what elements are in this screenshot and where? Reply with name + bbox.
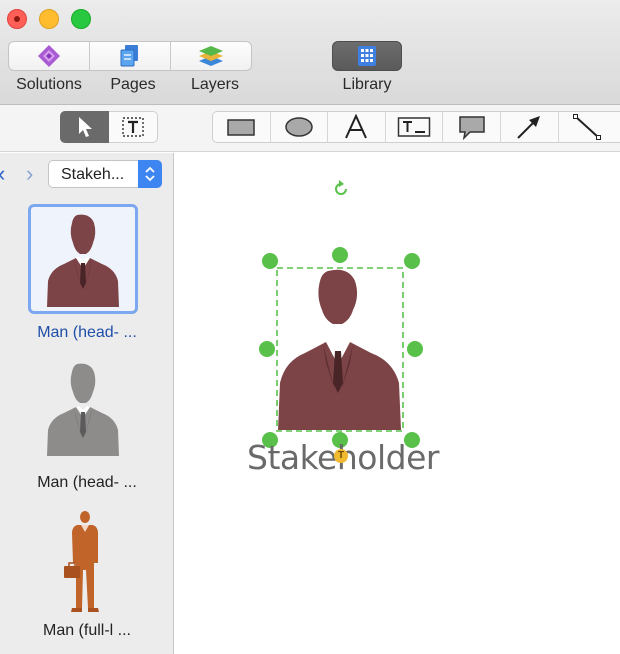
solutions-label: Solutions: [16, 76, 82, 93]
maximize-window-button[interactable]: [71, 9, 91, 29]
man-head-shoulders-icon: [47, 214, 119, 307]
drawing-tools-bar: [0, 105, 620, 152]
rectangle-icon: [227, 119, 256, 136]
callout-tool-button[interactable]: [443, 112, 501, 142]
man-head-shoulders-icon: [278, 269, 401, 430]
resize-handle-right[interactable]: [407, 341, 423, 357]
ellipse-tool-button[interactable]: [271, 112, 329, 142]
arrow-tool-button[interactable]: [501, 112, 559, 142]
rectangle-tool-button[interactable]: [213, 112, 271, 142]
library-button[interactable]: [332, 41, 402, 71]
close-window-button[interactable]: [7, 9, 27, 29]
rotate-handle-icon[interactable]: [331, 179, 351, 199]
pages-icon: [120, 45, 138, 67]
pages-button[interactable]: [90, 42, 171, 70]
resize-handle-top[interactable]: [332, 247, 348, 263]
forward-chevron-icon[interactable]: ›: [26, 163, 33, 185]
library-icon: [358, 46, 376, 66]
layers-label: Layers: [190, 76, 240, 93]
mode-toggle: [60, 111, 158, 143]
layers-icon: [199, 46, 223, 66]
man-full-length-icon: [64, 511, 99, 612]
text-box-tool-button[interactable]: [109, 111, 158, 143]
solutions-button[interactable]: [9, 42, 90, 70]
text-box-icon: [122, 117, 144, 137]
select-arrow-icon: [78, 117, 92, 137]
pages-label: Pages: [110, 76, 156, 93]
window-toolbar: Solutions Pages Layers Library: [0, 0, 620, 105]
man-full-length-thumbnail: [28, 508, 138, 618]
text-edit-handle-icon[interactable]: T: [334, 449, 348, 463]
library-select[interactable]: Stakeh...: [48, 160, 162, 188]
text-icon: [345, 114, 368, 139]
man-head-shoulders-thumbnail: [28, 356, 138, 466]
library-select-value: Stakeh...: [61, 166, 125, 183]
shape-tools: [212, 111, 620, 143]
callout-icon: [458, 116, 485, 140]
resize-handle-top-left[interactable]: [262, 253, 278, 269]
man-head-shoulders-icon: [47, 363, 119, 456]
solutions-icon: [38, 45, 60, 67]
text-handle-glyph: T: [337, 450, 345, 461]
resize-handle-left[interactable]: [259, 341, 275, 357]
line-tool-button[interactable]: [559, 112, 617, 142]
resize-handle-top-right[interactable]: [404, 253, 420, 269]
minimize-window-button[interactable]: [39, 9, 59, 29]
text-field-icon: [397, 117, 431, 137]
man-head-shoulders-thumbnail: [28, 204, 138, 314]
back-chevron-icon[interactable]: ‹: [0, 163, 5, 185]
library-item[interactable]: Man (head- ...: [0, 204, 174, 349]
library-item-caption: Man (full-l ...: [42, 622, 131, 639]
layers-button[interactable]: [171, 42, 251, 70]
library-item-caption: Man (head- ...: [37, 324, 137, 341]
library-label: Library: [342, 76, 392, 93]
ellipse-icon: [285, 117, 313, 137]
library-item[interactable]: Man (head- ...: [0, 356, 174, 501]
select-tool-button[interactable]: [60, 111, 109, 143]
stakeholder-shape[interactable]: [255, 243, 435, 463]
drawing-canvas[interactable]: Stakeholder T: [175, 153, 620, 654]
text-tool-button[interactable]: [328, 112, 386, 142]
line-icon: [573, 114, 602, 140]
arrow-icon: [517, 116, 541, 139]
library-panel: ‹ › Stakeh... Man (head- ...: [0, 153, 174, 654]
select-arrows-icon: [138, 160, 162, 188]
library-item-caption: Man (head- ...: [37, 474, 137, 491]
library-item[interactable]: Man (full-l ...: [0, 508, 174, 648]
panel-segmented-control: [8, 41, 252, 71]
text-field-tool-button[interactable]: [386, 112, 444, 142]
